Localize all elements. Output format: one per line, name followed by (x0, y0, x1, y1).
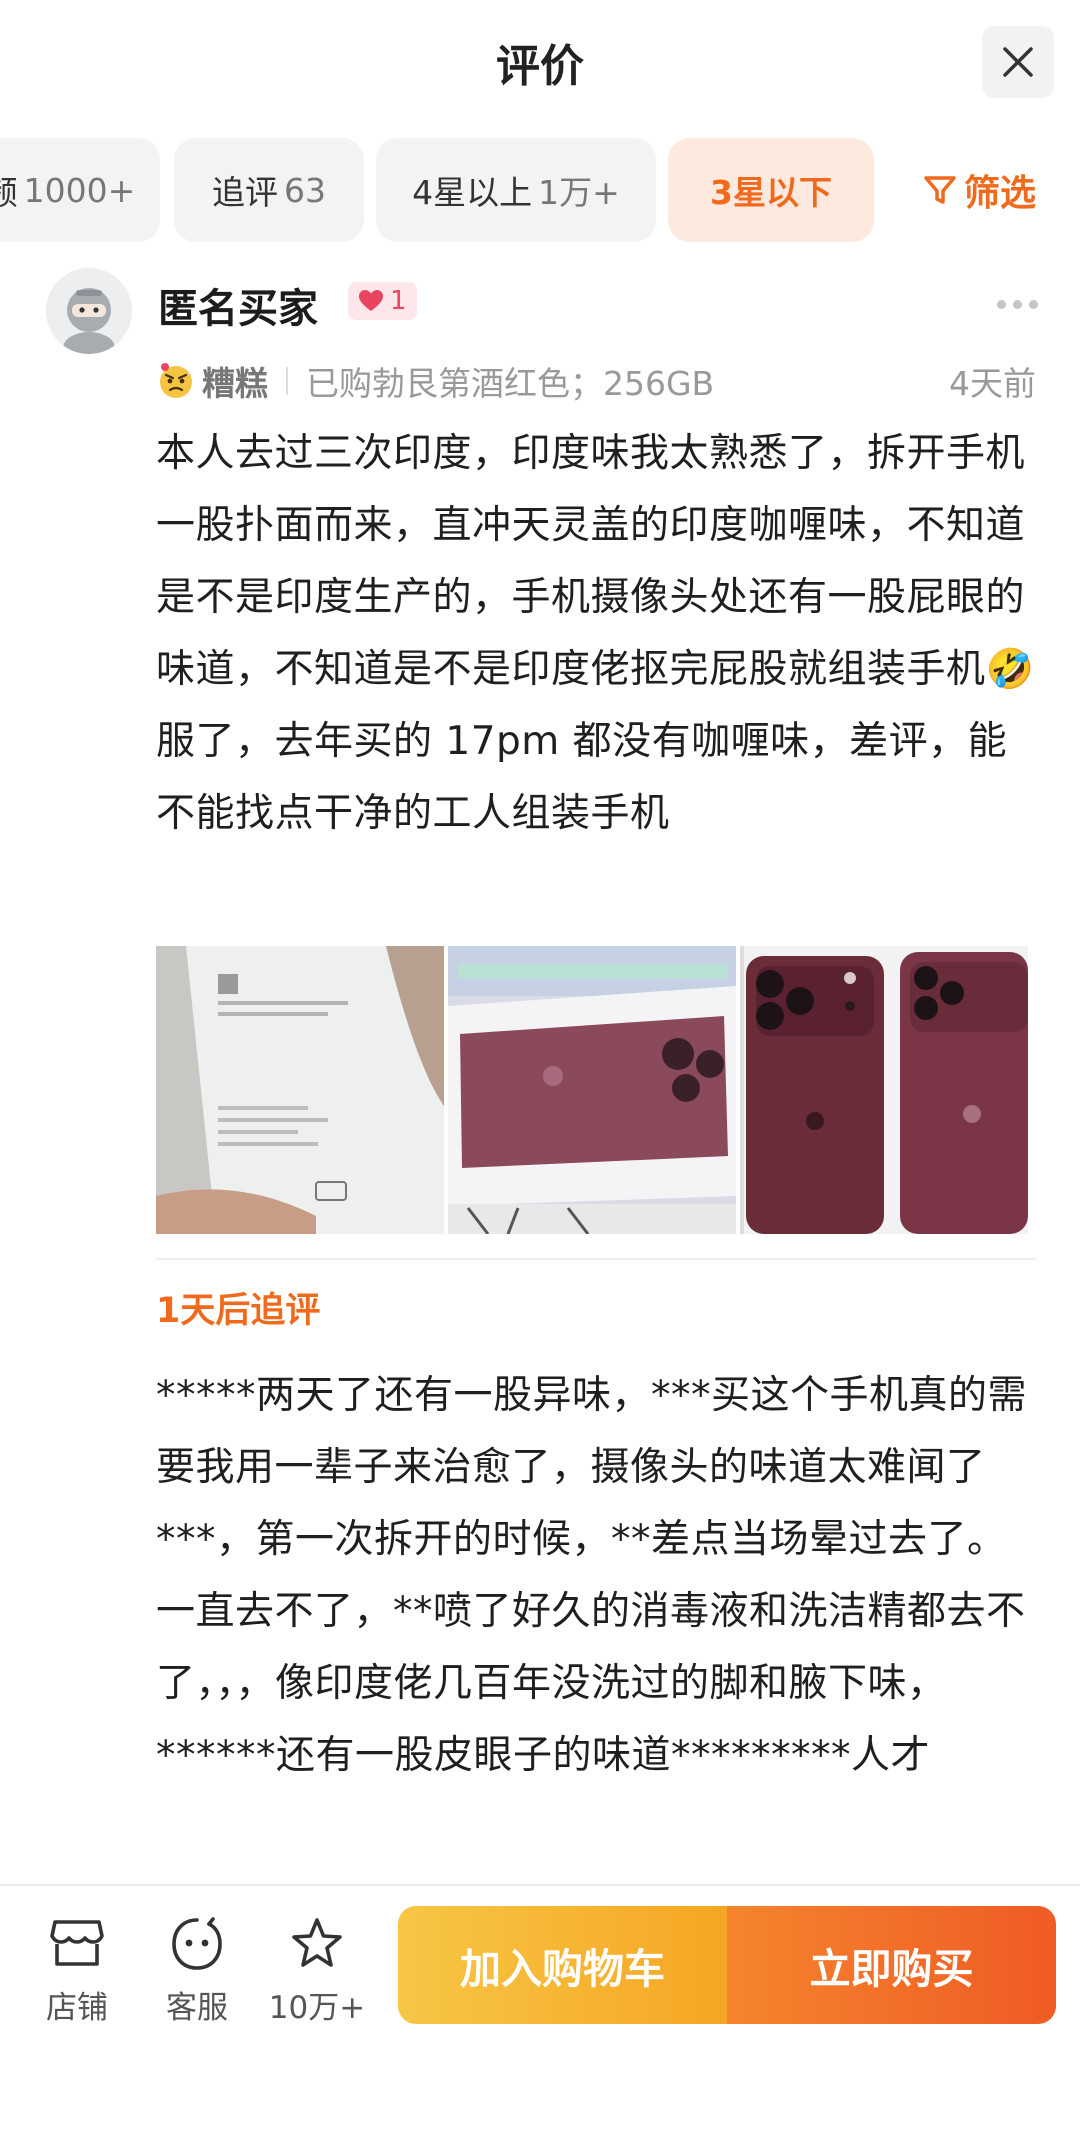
more-options-button[interactable] (997, 300, 1038, 309)
close-icon (1003, 47, 1033, 77)
followup-text: *****两天了还有一股异味，***买这个手机真的需要我用一辈子来治愈了，摄像头… (156, 1373, 1028, 1778)
like-badge[interactable]: 1 (348, 282, 417, 320)
filter-button[interactable]: 筛选 (922, 138, 1036, 242)
store-icon (50, 1920, 104, 1966)
like-count: 1 (390, 286, 407, 316)
review-photo-box[interactable] (156, 946, 444, 1234)
filter-label: 筛选 (963, 173, 1036, 214)
review-text: 本人去过三次印度，印度味我太熟悉了，拆开手机一股扑面而来，直冲天灵盖的印度咖喱味… (156, 431, 1035, 836)
rating-label: 糟糕 (202, 364, 268, 403)
review-photos (156, 946, 1032, 1234)
phone-box-photo (156, 946, 444, 1234)
chip-3star-down[interactable]: 3星以下 (668, 138, 874, 242)
favorite-count: 10万+ (268, 1990, 366, 2026)
buy-now-button[interactable]: 立即购买 (727, 1906, 1056, 2024)
angry-face-icon (160, 363, 192, 398)
close-button[interactable] (982, 26, 1054, 98)
review-photo-phones[interactable] (740, 946, 1028, 1234)
more-dot-icon (1013, 300, 1022, 309)
store-label: 店铺 (46, 1990, 108, 2026)
phones-back-photo (740, 946, 1028, 1234)
chip-label: 频 (0, 173, 18, 212)
section-divider (156, 1258, 1036, 1260)
chip-label: 4星以上 (412, 173, 533, 212)
service-tab[interactable]: 客服 (142, 1914, 252, 2027)
add-to-cart-button[interactable]: 加入购物车 (398, 1906, 727, 2024)
service-label: 客服 (166, 1990, 228, 2026)
chip-video[interactable]: 频 1000+ (0, 138, 160, 242)
chip-count: 1000+ (23, 170, 136, 210)
purchase-buttons: 加入购物车 立即购买 (398, 1906, 1056, 2024)
chip-label: 3星以下 (710, 173, 832, 212)
review-photo-phone-in-box[interactable] (448, 946, 736, 1234)
heart-icon (359, 290, 383, 311)
store-tab[interactable]: 店铺 (22, 1914, 132, 2027)
favorite-tab[interactable]: 10万+ (262, 1914, 372, 2027)
ninja-avatar-icon (46, 268, 132, 354)
review-meta: 糟糕 已购勃艮第酒红色；256GB 4天前 (156, 356, 1036, 406)
chip-count: 63 (284, 170, 326, 210)
purchase-info: 已购勃艮第酒红色；256GB (306, 364, 715, 403)
filter-chips: 频 1000+ 追评 63 4星以上 1万+ 3星以下 筛选 (0, 138, 1080, 242)
chip-4star-up[interactable]: 4星以上 1万+ (376, 138, 656, 242)
review-date: 4天前 (949, 364, 1036, 403)
rating: 糟糕 (156, 357, 268, 405)
chip-count: 1万+ (538, 173, 620, 212)
meta-divider (286, 367, 288, 395)
avatar[interactable] (46, 268, 132, 354)
header: 评价 (0, 0, 1080, 130)
filter-icon (924, 176, 956, 204)
more-dot-icon (1029, 300, 1038, 309)
followup-title: 1天后追评 (156, 1291, 321, 1331)
bottom-action-bar: 店铺 客服 10万+ 加入购物车 立即购买 (0, 1884, 1080, 2131)
page-title: 评价 (496, 41, 584, 92)
chip-followup[interactable]: 追评 63 (174, 138, 364, 242)
reviewer-name: 匿名买家 (158, 286, 318, 332)
more-dot-icon (997, 300, 1006, 309)
star-icon (292, 1918, 342, 1967)
customer-service-icon (172, 1917, 222, 1970)
chip-label: 追评 (212, 173, 278, 212)
phone-in-box-photo (448, 946, 736, 1234)
